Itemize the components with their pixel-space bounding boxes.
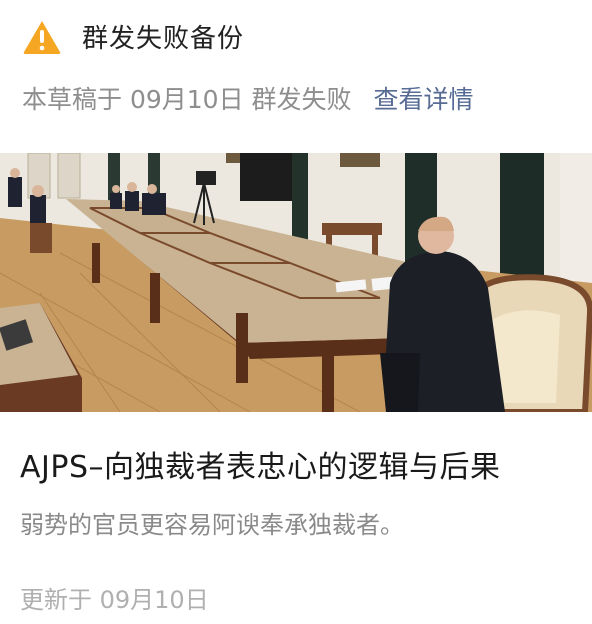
view-details-link[interactable]: 查看详情 <box>374 85 474 114</box>
article-cover-image[interactable] <box>0 153 592 412</box>
draft-status-row: 本草稿于 09月10日 群发失败 查看详情 <box>22 80 474 116</box>
draft-status-text: 本草稿于 09月10日 群发失败 <box>22 85 352 114</box>
article-description: 弱势的官员更容易阿谀奉承独裁者。 <box>20 511 404 539</box>
article-title[interactable]: AJPS–向独裁者表忠心的逻辑与后果 <box>20 442 501 486</box>
warning-icon <box>23 20 61 54</box>
alert-header: 群发失败备份 <box>22 18 244 55</box>
meeting-photo <box>0 153 592 412</box>
updated-timestamp: 更新于 09月10日 <box>20 586 209 614</box>
alert-title: 群发失败备份 <box>82 24 245 54</box>
